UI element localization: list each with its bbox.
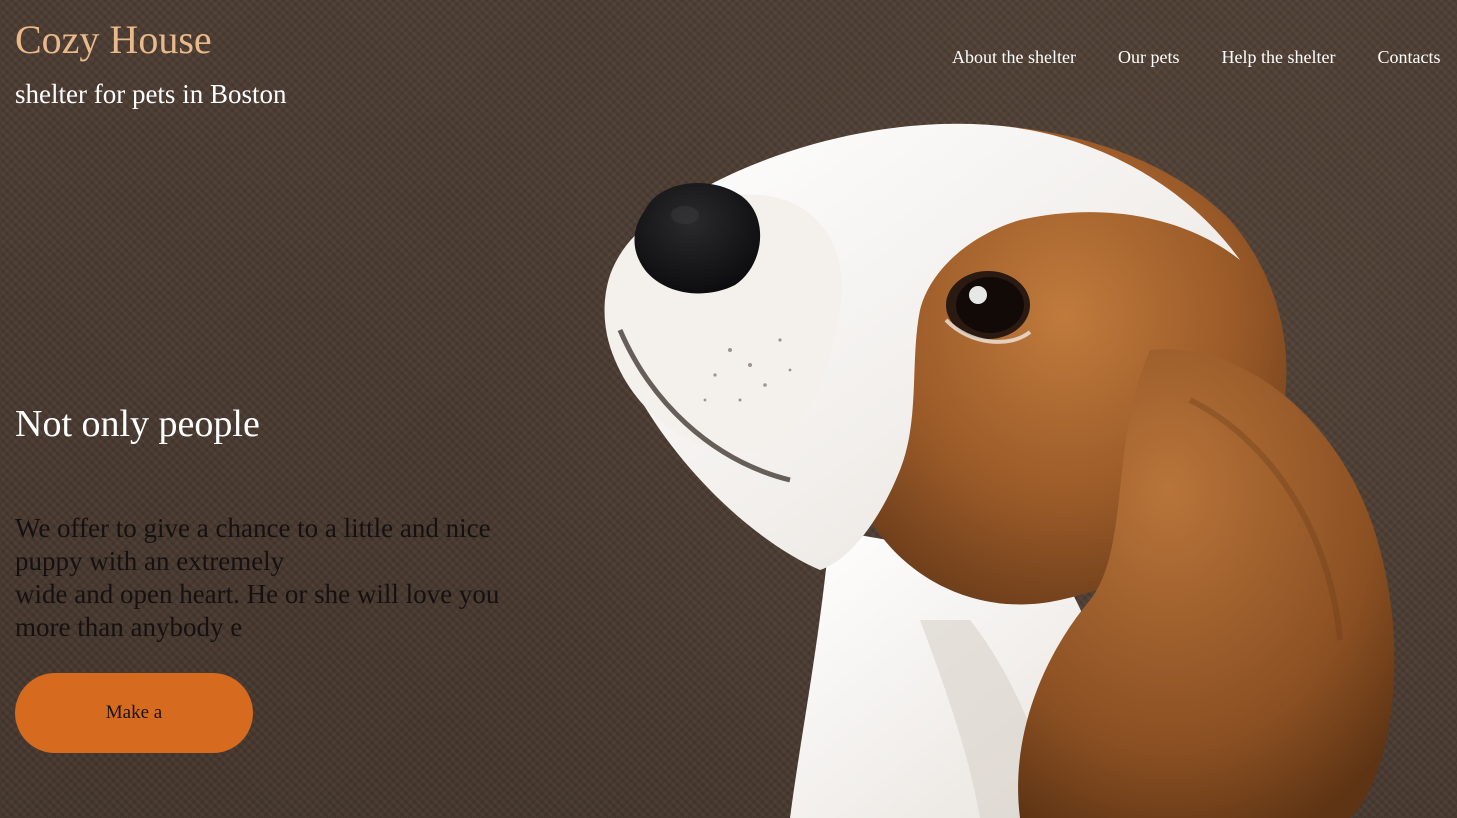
hero-text-line: wide and open heart. He or she will love… bbox=[15, 579, 500, 609]
hero-text-line: more than anybody e bbox=[15, 612, 243, 642]
tagline: shelter for pets in Boston bbox=[15, 79, 287, 109]
nav-item-contacts[interactable]: Contacts bbox=[1377, 44, 1440, 70]
logo[interactable]: Cozy House bbox=[15, 14, 212, 66]
hero-title: Not only people bbox=[15, 403, 260, 445]
hero-description: We offer to give a chance to a little an… bbox=[15, 512, 555, 644]
nav-item-about[interactable]: About the shelter bbox=[952, 44, 1076, 70]
hero-text-line: We offer to give a chance to a little an… bbox=[15, 513, 491, 543]
nav-item-our-pets[interactable]: Our pets bbox=[1118, 44, 1180, 70]
nav-item-help[interactable]: Help the shelter bbox=[1221, 44, 1335, 70]
beagle-puppy-photo bbox=[604, 123, 1395, 818]
main-nav: About the shelter Our pets Help the shel… bbox=[952, 44, 1440, 70]
hero-text-line: puppy with an extremely bbox=[15, 546, 285, 576]
make-a-friend-button[interactable]: Make a bbox=[15, 673, 253, 753]
